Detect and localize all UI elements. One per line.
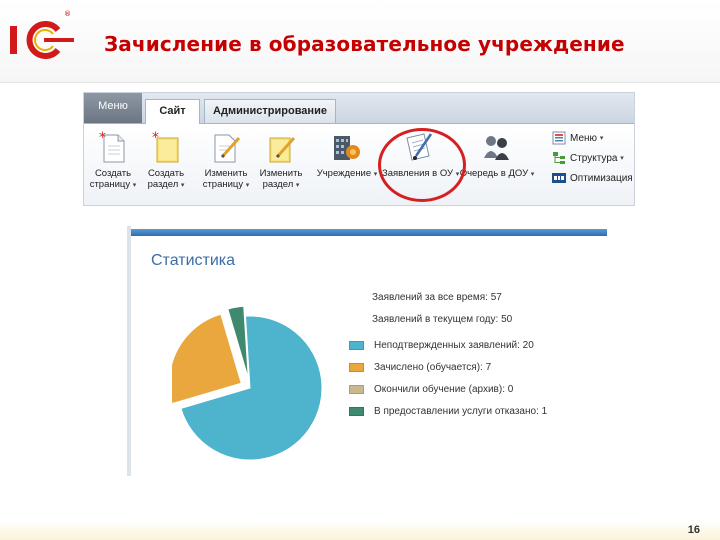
edit-page-label-1: Изменить: [204, 168, 248, 179]
svg-text:*: *: [152, 130, 159, 146]
applications-icon: [406, 133, 433, 161]
ribbon-body: * Создать страницу ▾ * Создать раздел ▾: [84, 124, 634, 205]
legend-swatch: [349, 363, 364, 372]
institution-label: Учреждение: [316, 168, 372, 179]
structure-button[interactable]: Структура ▾: [552, 148, 634, 168]
total-applications: Заявлений за все время: 57: [372, 292, 502, 303]
seo-icon: [552, 173, 566, 183]
optimization-button[interactable]: Оптимизация: [552, 168, 634, 188]
new-page-icon: *: [99, 130, 125, 163]
institution-button[interactable]: Учреждение ▾: [314, 130, 380, 180]
legend-swatch: [349, 385, 364, 394]
edit-section-button[interactable]: Изменить раздел ▾: [256, 130, 306, 191]
applications-label: Заявления в ОУ: [382, 168, 454, 179]
dropdown-arrow-icon: ▾: [620, 155, 624, 162]
legend-label: В предоставлении услуги отказано: 1: [374, 406, 548, 417]
slide-header: ® Зачисление в образовательное учреждени…: [0, 0, 720, 83]
queue-button[interactable]: Очередь в ДОУ ▾: [458, 130, 536, 180]
structure-button-label: Структура: [570, 152, 618, 164]
create-section-label-2: раздел: [147, 179, 179, 190]
menu-button-label: Меню: [570, 132, 598, 144]
edit-section-label-1: Изменить: [259, 168, 303, 179]
edit-page-button[interactable]: Изменить страницу ▾: [198, 130, 254, 191]
new-folder-icon: *: [152, 130, 179, 163]
legend-item: Зачислено (обучается): 7: [349, 362, 491, 373]
menu-icon: [552, 131, 566, 145]
statistics-title: Статистика: [151, 252, 236, 269]
ribbon-tab-bar: Меню Сайт Администрирование: [84, 93, 634, 124]
dropdown-arrow-icon: ▾: [245, 182, 250, 189]
svg-text:*: *: [99, 130, 106, 146]
page-number: 16: [687, 524, 700, 536]
dropdown-arrow-icon: ▾: [373, 171, 378, 178]
legend-swatch: [349, 341, 364, 350]
legend-item: В предоставлении услуги отказано: 1: [349, 406, 547, 417]
queue-icon: [484, 136, 509, 160]
dropdown-arrow-icon: ▾: [180, 182, 185, 189]
optimization-button-label: Оптимизация: [570, 172, 633, 184]
queue-label: Очередь в ДОУ: [459, 168, 529, 179]
create-page-button[interactable]: * Создать страницу ▾: [86, 130, 140, 191]
current-year-applications: Заявлений в текущем году: 50: [372, 314, 513, 325]
tab-site[interactable]: Сайт: [145, 99, 200, 124]
legend-item: Окончили обучение (архив): 0: [349, 384, 513, 395]
legend-item: Неподтвержденных заявлений: 20: [349, 340, 534, 351]
create-section-label-1: Создать: [147, 168, 185, 179]
dropdown-arrow-icon: ▾: [599, 135, 604, 142]
dropdown-arrow-icon: ▾: [295, 182, 300, 189]
slide-footer: [0, 520, 720, 540]
institution-icon: [334, 136, 360, 160]
applications-button[interactable]: Заявления в ОУ ▾: [382, 130, 459, 180]
structure-icon: [553, 152, 565, 164]
edit-folder-icon: [269, 136, 296, 163]
create-section-button[interactable]: * Создать раздел ▾: [142, 130, 190, 191]
pie-slice: [172, 313, 242, 405]
create-page-label-1: Создать: [94, 168, 132, 179]
menu-button[interactable]: Меню ▾: [552, 128, 634, 148]
tab-administration[interactable]: Администрирование: [204, 99, 336, 123]
legend-label: Зачислено (обучается): 7: [374, 362, 492, 373]
panel-top-bar: [131, 229, 607, 236]
statistics-panel: Статистика Заявлений за все время: 57 За…: [127, 226, 607, 476]
legend-label: Окончили обучение (архив): 0: [374, 384, 514, 395]
dropdown-arrow-icon: ▾: [132, 182, 137, 189]
pie-chart: [172, 305, 323, 461]
slide-title: Зачисление в образовательное учреждение: [104, 32, 625, 56]
tab-menu[interactable]: Меню: [84, 93, 142, 123]
create-page-label-2: страницу: [89, 179, 131, 190]
1c-logo: [10, 21, 74, 59]
edit-page-icon: [214, 134, 241, 163]
panel-edge: [127, 226, 131, 476]
edit-page-label-2: страницу: [202, 179, 244, 190]
edit-section-label-2: раздел: [262, 179, 294, 190]
legend-swatch: [349, 407, 364, 416]
legend-label: Неподтвержденных заявлений: 20: [374, 340, 534, 351]
ribbon-small-buttons: Меню ▾ Структура ▾ Оптимизация: [552, 128, 634, 188]
registered-mark: ®: [64, 10, 71, 18]
dropdown-arrow-icon: ▾: [530, 171, 535, 178]
ribbon-toolbar: Меню Сайт Администрирование * Создать ст…: [83, 92, 635, 206]
